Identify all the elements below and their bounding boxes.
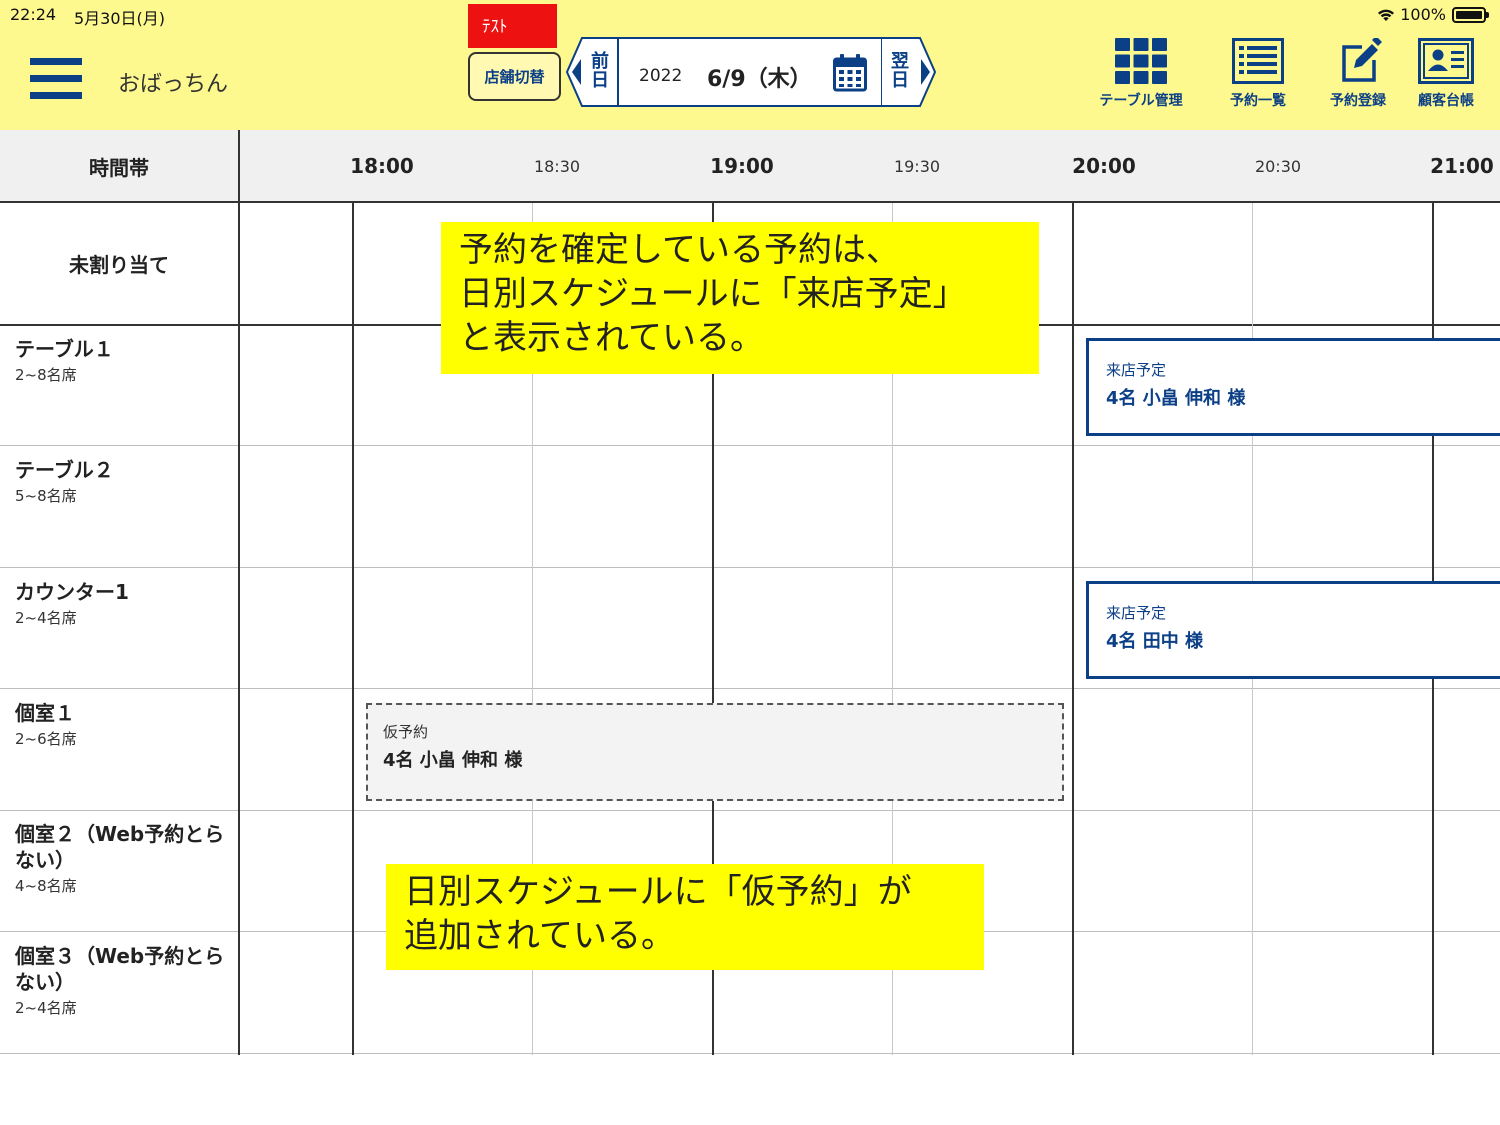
time-band-title: 時間帯 [89,156,149,180]
test-badge: ﾃｽﾄ [468,4,557,48]
booking-guest: 4名 田中 様 [1106,631,1204,652]
customer-card-icon [1418,38,1474,84]
status-indicators: 100% [1376,5,1489,24]
annotation-line: 日別スケジュールに「来店予定」 [459,274,967,314]
next-day-label-2: 日 [891,70,909,91]
time-label: 19:30 [893,157,941,176]
time-label: 19:00 [710,154,774,178]
seat-capacity: 2~4名席 [15,999,77,1017]
wifi-icon [1378,9,1395,21]
booking-card-tentative[interactable]: 仮予約 4名 小畠 伸和 様 [366,703,1064,801]
date-day: 6/9（木） [707,67,812,92]
date-year: 2022 [639,66,683,86]
annotation-line: 日別スケジュールに「仮予約」が [404,872,912,912]
annotation-confirmed-note: 予約を確定している予約は、 日別スケジュールに「来店予定」 と表示されている。 [441,222,1039,374]
seat-row-label: 個室３（Web予約とらない） 2~4名席 [15,943,235,1018]
seat-row-label: テーブル１ 2~8名席 [15,336,235,385]
seat-name: テーブル２ [15,458,114,482]
annotation-line: 予約を確定している予約は、 [459,230,900,270]
seat-name: 個室１ [15,701,75,725]
annotation-line: と表示されている。 [459,318,764,358]
next-day-button[interactable]: 翌 日 [882,37,936,107]
row-divider [0,810,1500,811]
label-column-divider [238,203,240,1055]
booking-card-confirmed[interactable]: 来店予定 4名 小畠 伸和 様 [1086,338,1500,436]
date-display[interactable]: 2022 6/9（木） [617,37,883,107]
seat-name: カウンター1 [15,580,129,604]
customer-ledger-button[interactable]: 顧客台帳 [1408,38,1484,110]
row-divider [0,567,1500,568]
hour-line [352,203,354,1055]
time-label: 18:30 [533,157,581,176]
store-switch-button[interactable]: 店舗切替 [468,52,561,101]
list-icon [1232,38,1284,84]
annotation-tentative-note: 日別スケジュールに「仮予約」が 追加されている。 [386,864,984,970]
seat-capacity: 4~8名席 [15,877,77,895]
menu-icon[interactable] [30,58,82,100]
booking-status: 来店予定 [1106,604,1167,622]
time-label: 20:00 [1072,154,1136,178]
row-divider [0,1053,1500,1054]
prev-day-label-1: 前 [591,51,609,72]
seat-row-label: 個室２（Web予約とらない） 4~8名席 [15,821,235,896]
battery-icon [1452,6,1489,23]
battery-percent: 100% [1400,5,1446,24]
seat-name: テーブル１ [15,337,114,361]
table-management-label: テーブル管理 [1099,93,1183,109]
seat-name: 個室３（Web予約とらない） [15,944,225,994]
booking-status: 来店予定 [1106,361,1167,379]
date-navigator: 前 日 2022 6/9（木） 翌 日 [566,37,936,107]
seat-name: 個室２（Web予約とらない） [15,822,225,872]
booking-card-confirmed[interactable]: 来店予定 4名 田中 様 [1086,581,1500,679]
hour-line [1072,203,1074,1055]
store-name: おばっちん [118,72,229,97]
seat-row-label: テーブル２ 5~8名席 [15,457,235,506]
reservation-register-label: 予約登録 [1330,93,1386,109]
app-header: 22:24 5月30日(月) 100% おばっちん ﾃｽﾄ 店舗切替 前 日 2… [0,0,1500,130]
grid-icon [1115,38,1167,84]
seat-capacity: 5~8名席 [15,487,77,505]
reservation-list-button[interactable]: 予約一覧 [1220,38,1296,110]
booking-status: 仮予約 [383,723,429,741]
time-header-divider [238,130,240,203]
next-day-label-1: 翌 [891,51,909,72]
row-divider [0,688,1500,689]
row-divider [0,445,1500,446]
calendar-icon[interactable] [833,54,867,92]
table-management-button[interactable]: テーブル管理 [1094,38,1188,110]
status-date: 5月30日(月) [74,9,166,28]
seat-capacity: 2~4名席 [15,609,77,627]
booking-guest: 4名 小畠 伸和 様 [1106,388,1246,409]
unassigned-row-label: 未割り当て [69,253,169,277]
seat-capacity: 2~6名席 [15,730,77,748]
reservation-list-label: 予約一覧 [1230,93,1286,109]
customer-ledger-label: 顧客台帳 [1418,93,1474,109]
booking-guest: 4名 小畠 伸和 様 [383,750,523,771]
annotation-line: 追加されている。 [404,916,675,956]
seat-capacity: 2~8名席 [15,366,77,384]
schedule-grid: 未割り当て テーブル１ 2~8名席 テーブル２ 5~8名席 カウンター1 2~4… [0,203,1500,1055]
seat-row-label: カウンター1 2~4名席 [15,579,235,628]
status-time: 22:24 [10,5,57,24]
time-label: 21:00 [1430,154,1494,178]
time-label: 18:00 [350,154,414,178]
time-label: 20:30 [1254,157,1302,176]
reservation-register-button[interactable]: 予約登録 [1320,38,1396,110]
prev-day-label-2: 日 [591,70,609,91]
prev-day-button[interactable]: 前 日 [566,37,618,107]
edit-icon [1342,38,1382,82]
time-header: 時間帯 18:00 18:30 19:00 19:30 20:00 20:30 … [0,130,1500,203]
seat-row-label: 個室１ 2~6名席 [15,700,235,749]
